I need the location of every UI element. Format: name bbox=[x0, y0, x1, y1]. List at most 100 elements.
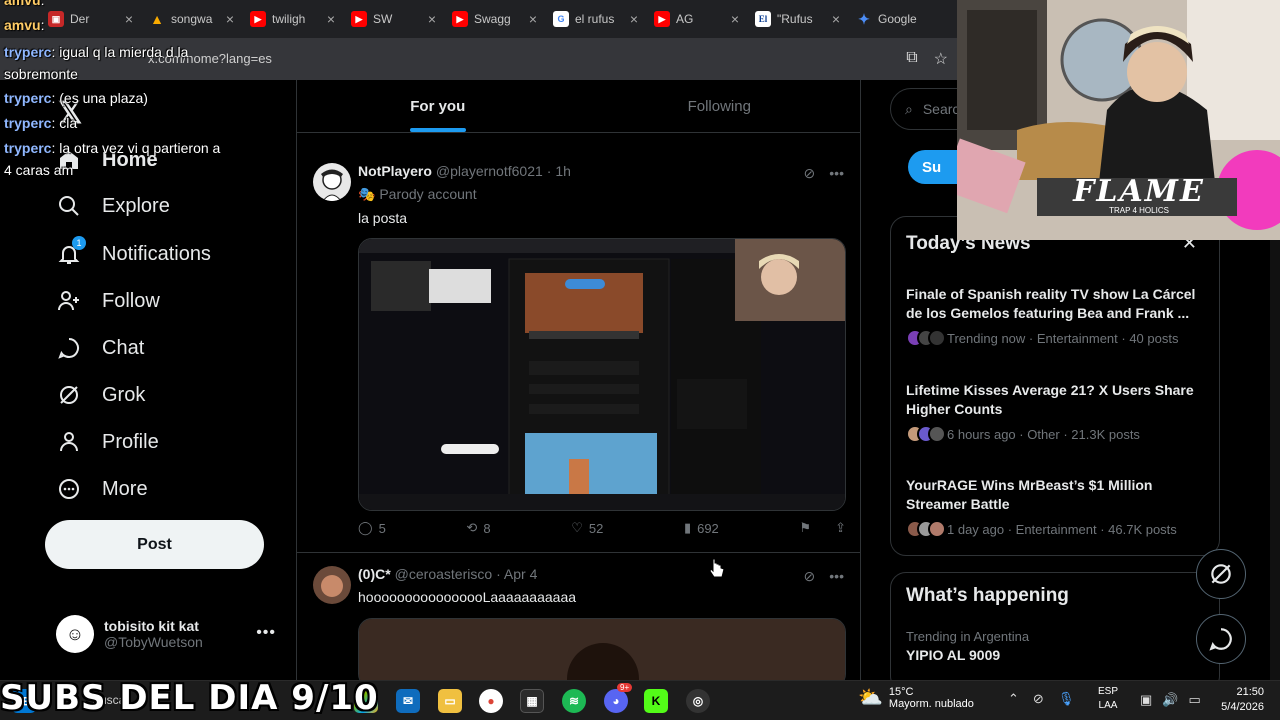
obs-icon[interactable]: ◎ bbox=[686, 689, 710, 713]
tweet-text: la posta bbox=[358, 210, 408, 226]
network-off-icon[interactable]: ⊘ bbox=[1033, 691, 1044, 707]
discord-icon[interactable]: ◕ bbox=[604, 689, 628, 713]
nav-more[interactable]: More bbox=[56, 469, 148, 509]
install-app-icon[interactable]: ⧉ bbox=[906, 49, 917, 69]
search-icon bbox=[56, 193, 82, 219]
tweet-author-handle[interactable]: @ceroasterisco bbox=[395, 566, 492, 582]
close-icon[interactable]: × bbox=[125, 11, 133, 27]
red-square-icon: ▣ bbox=[48, 11, 64, 27]
tab-title: Google bbox=[878, 12, 917, 26]
whats-happening-panel: What’s happening Trending in Argentina Y… bbox=[890, 572, 1220, 680]
nav-follow[interactable]: Follow bbox=[56, 281, 160, 321]
display-icon[interactable]: ▣ bbox=[1140, 692, 1152, 708]
tweet[interactable]: NotPlayero @playernotf6021 · 1h ⊘ ••• 🎭 … bbox=[297, 153, 860, 553]
cloud-sun-icon: ⛅ bbox=[858, 687, 883, 709]
account-switcher[interactable]: ☺ tobisito kit kat @TobyWuetson ••• bbox=[56, 612, 286, 656]
tweet[interactable]: (0)C* @ceroasterisco · Apr 4 ⊘ ••• hoooo… bbox=[297, 556, 860, 680]
bookmark-icon[interactable]: ⚑ bbox=[799, 520, 811, 536]
account-handle: @TobyWuetson bbox=[104, 634, 203, 650]
close-icon[interactable]: × bbox=[731, 11, 739, 27]
more-horizontal-icon[interactable]: ••• bbox=[829, 165, 844, 182]
news-item[interactable]: YourRAGE Wins MrBeast’s $1 Million Strea… bbox=[906, 476, 1206, 538]
x-logo-icon[interactable]: 𝕏 bbox=[58, 96, 82, 131]
views-button[interactable]: ▮ 692 bbox=[684, 520, 719, 536]
tweet-time[interactable]: · 1h bbox=[547, 163, 571, 179]
weather-widget[interactable]: ⛅ 15°C Mayorm. nublado bbox=[858, 685, 974, 710]
close-icon[interactable]: × bbox=[529, 11, 537, 27]
url-field[interactable]: x.com/home?lang=es bbox=[148, 51, 272, 66]
spotify-icon[interactable]: ≋ bbox=[562, 689, 586, 713]
tab-title: "Rufus bbox=[777, 12, 813, 26]
kick-icon[interactable]: K bbox=[644, 689, 668, 713]
chat-fab-button[interactable] bbox=[1196, 614, 1246, 664]
browser-tab[interactable]: ✦ Google bbox=[848, 4, 949, 34]
nav-home[interactable]: Home bbox=[56, 140, 158, 180]
like-button[interactable]: ♡ 52 bbox=[571, 520, 603, 536]
grok-icon[interactable]: ⊘ bbox=[804, 568, 816, 585]
nav-chat[interactable]: Chat bbox=[56, 328, 144, 368]
outlook-icon[interactable]: ✉ bbox=[396, 689, 420, 713]
close-icon[interactable]: × bbox=[327, 11, 335, 27]
battery-icon[interactable]: ▭ bbox=[1188, 692, 1200, 708]
nav-grok[interactable]: Grok bbox=[56, 375, 145, 415]
news-item[interactable]: Finale of Spanish reality TV show La Cár… bbox=[906, 285, 1206, 347]
browser-tab[interactable]: G el rufus × bbox=[545, 4, 646, 34]
clock[interactable]: 21:50 5/4/2026 bbox=[1212, 685, 1264, 715]
nav-explore[interactable]: Explore bbox=[56, 186, 170, 226]
avatar[interactable] bbox=[313, 566, 351, 604]
more-horizontal-icon[interactable]: ••• bbox=[829, 568, 844, 585]
browser-tab[interactable]: ▣ Der × bbox=[40, 4, 141, 34]
tweet-time[interactable]: · Apr 4 bbox=[496, 566, 537, 582]
tweet-media-image[interactable] bbox=[358, 238, 846, 511]
happening-title: What’s happening bbox=[906, 585, 1069, 606]
tab-title: songwa bbox=[171, 12, 213, 26]
nav-notifications[interactable]: 1 Notifications bbox=[56, 234, 211, 274]
post-button[interactable]: Post bbox=[45, 520, 264, 569]
tab-for-you[interactable]: For you bbox=[297, 80, 579, 132]
language-indicator[interactable]: ESP LAA bbox=[1098, 685, 1118, 713]
browser-tab[interactable]: ▶ Swagg × bbox=[444, 4, 545, 34]
tab-following[interactable]: Following bbox=[579, 80, 861, 132]
news-item[interactable]: Lifetime Kisses Average 21? X Users Shar… bbox=[906, 381, 1206, 443]
avatar-stack bbox=[906, 425, 946, 443]
browser-tab[interactable]: ▶ AG × bbox=[646, 4, 747, 34]
avatar[interactable] bbox=[313, 163, 351, 201]
bell-icon: 1 bbox=[56, 236, 86, 267]
tweet-author-handle[interactable]: @playernotf6021 bbox=[436, 163, 543, 179]
nav-profile[interactable]: Profile bbox=[56, 422, 159, 462]
reply-button[interactable]: ◯ 5 bbox=[358, 520, 386, 536]
close-icon[interactable]: × bbox=[226, 11, 234, 27]
close-icon[interactable]: × bbox=[428, 11, 436, 27]
tweet-media-image[interactable] bbox=[358, 618, 846, 680]
chrome-icon[interactable]: ● bbox=[479, 689, 503, 713]
store-icon[interactable]: ▦ bbox=[520, 689, 544, 713]
tweet-author-name[interactable]: NotPlayero bbox=[358, 163, 432, 179]
browser-tab[interactable]: ▶ twiligh × bbox=[242, 4, 343, 34]
close-icon[interactable]: × bbox=[832, 11, 840, 27]
browser-tab-strip: ▣ Der × ▲ songwa × ▶ twiligh × ▶ SW × ▶ … bbox=[0, 0, 960, 38]
browser-tab[interactable]: ▲ songwa × bbox=[141, 4, 242, 34]
repost-button[interactable]: ⟲ 8 bbox=[466, 520, 490, 536]
youtube-icon: ▶ bbox=[351, 11, 367, 27]
avatar: ☺ bbox=[56, 615, 94, 653]
nav-home-label: Home bbox=[102, 148, 158, 171]
close-icon[interactable]: × bbox=[630, 11, 638, 27]
browser-tab[interactable]: El "Rufus × bbox=[747, 4, 848, 34]
youtube-icon: ▶ bbox=[250, 11, 266, 27]
grok-icon[interactable]: ⊘ bbox=[804, 165, 816, 182]
trend-topic[interactable]: YIPIO AL 9009 bbox=[906, 647, 1000, 663]
bookmark-star-icon[interactable]: ☆ bbox=[934, 49, 948, 69]
grok-fab-button[interactable] bbox=[1196, 549, 1246, 599]
tweet-author-name[interactable]: (0)C* bbox=[358, 566, 391, 582]
browser-tab[interactable]: ▶ SW × bbox=[343, 4, 444, 34]
file-explorer-icon[interactable]: ▭ bbox=[438, 689, 462, 713]
news-meta: Trending now · Entertainment · 40 posts bbox=[947, 330, 1179, 346]
webcam-overlay: FLAME TRAP 4 HOLICS bbox=[957, 0, 1280, 240]
share-icon[interactable]: ⇪ bbox=[835, 520, 846, 536]
microphone-icon[interactable]: 🎙 bbox=[1058, 691, 1075, 707]
chat-bubble-icon bbox=[56, 335, 82, 361]
more-horizontal-icon[interactable]: ••• bbox=[256, 624, 276, 642]
speaker-icon[interactable]: 🔊 bbox=[1162, 692, 1178, 708]
chevron-up-icon[interactable]: ⌃ bbox=[1008, 691, 1019, 707]
heart-icon: ♡ bbox=[571, 520, 583, 535]
